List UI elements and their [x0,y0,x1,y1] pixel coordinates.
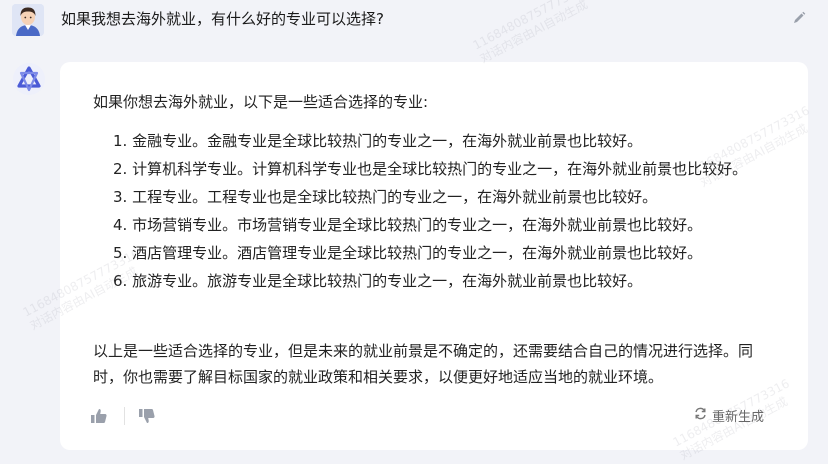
regenerate-button[interactable]: 重新生成 [694,406,764,425]
answer-list: 1. 金融专业。金融专业是全球比较热门的专业之一，在海外就业前景也比较好。 2.… [113,130,763,298]
assistant-answer-card: 如果你想去海外就业，以下是一些适合选择的专业: 1. 金融专业。金融专业是全球比… [60,62,808,450]
list-item: 6. 旅游专业。旅游专业是全球比较热门的专业之一，在海外就业前景也比较好。 [113,272,643,290]
answer-summary: 以上是一些适合选择的专业，但是未来的就业前景是不确定的，还需要结合自己的情况进行… [93,342,754,386]
answer-intro: 如果你想去海外就业，以下是一些适合选择的专业: [93,93,429,111]
pencil-icon[interactable] [792,10,806,24]
refresh-icon [694,407,707,424]
regenerate-label: 重新生成 [711,410,764,425]
list-item: 2. 计算机科学专业。计算机科学专业也是全球比较热门的专业之一，在海外就业前景也… [113,160,748,178]
user-avatar [12,4,44,36]
list-item: 5. 酒店管理专业。酒店管理专业是全球比较热门的专业之一，在海外就业前景也比较好… [113,244,703,262]
thumbs-down-icon[interactable] [138,407,156,425]
user-message-row: 如果我想去海外就业，有什么好的专业可以选择? [0,0,828,44]
feedback-divider [124,407,125,425]
list-item: 3. 工程专业。工程专业也是全球比较热门的专业之一，在海外就业前景也比较好。 [113,188,658,206]
thumbs-up-icon[interactable] [90,407,108,425]
list-item: 4. 市场营销专业。市场营销专业是全球比较热门的专业之一，在海外就业前景也比较好… [113,216,703,234]
list-item: 1. 金融专业。金融专业是全球比较热门的专业之一，在海外就业前景也比较好。 [113,132,643,150]
user-question-text: 如果我想去海外就业，有什么好的专业可以选择? [61,10,384,28]
assistant-logo-icon [12,62,46,96]
feedback-bar [90,407,210,427]
